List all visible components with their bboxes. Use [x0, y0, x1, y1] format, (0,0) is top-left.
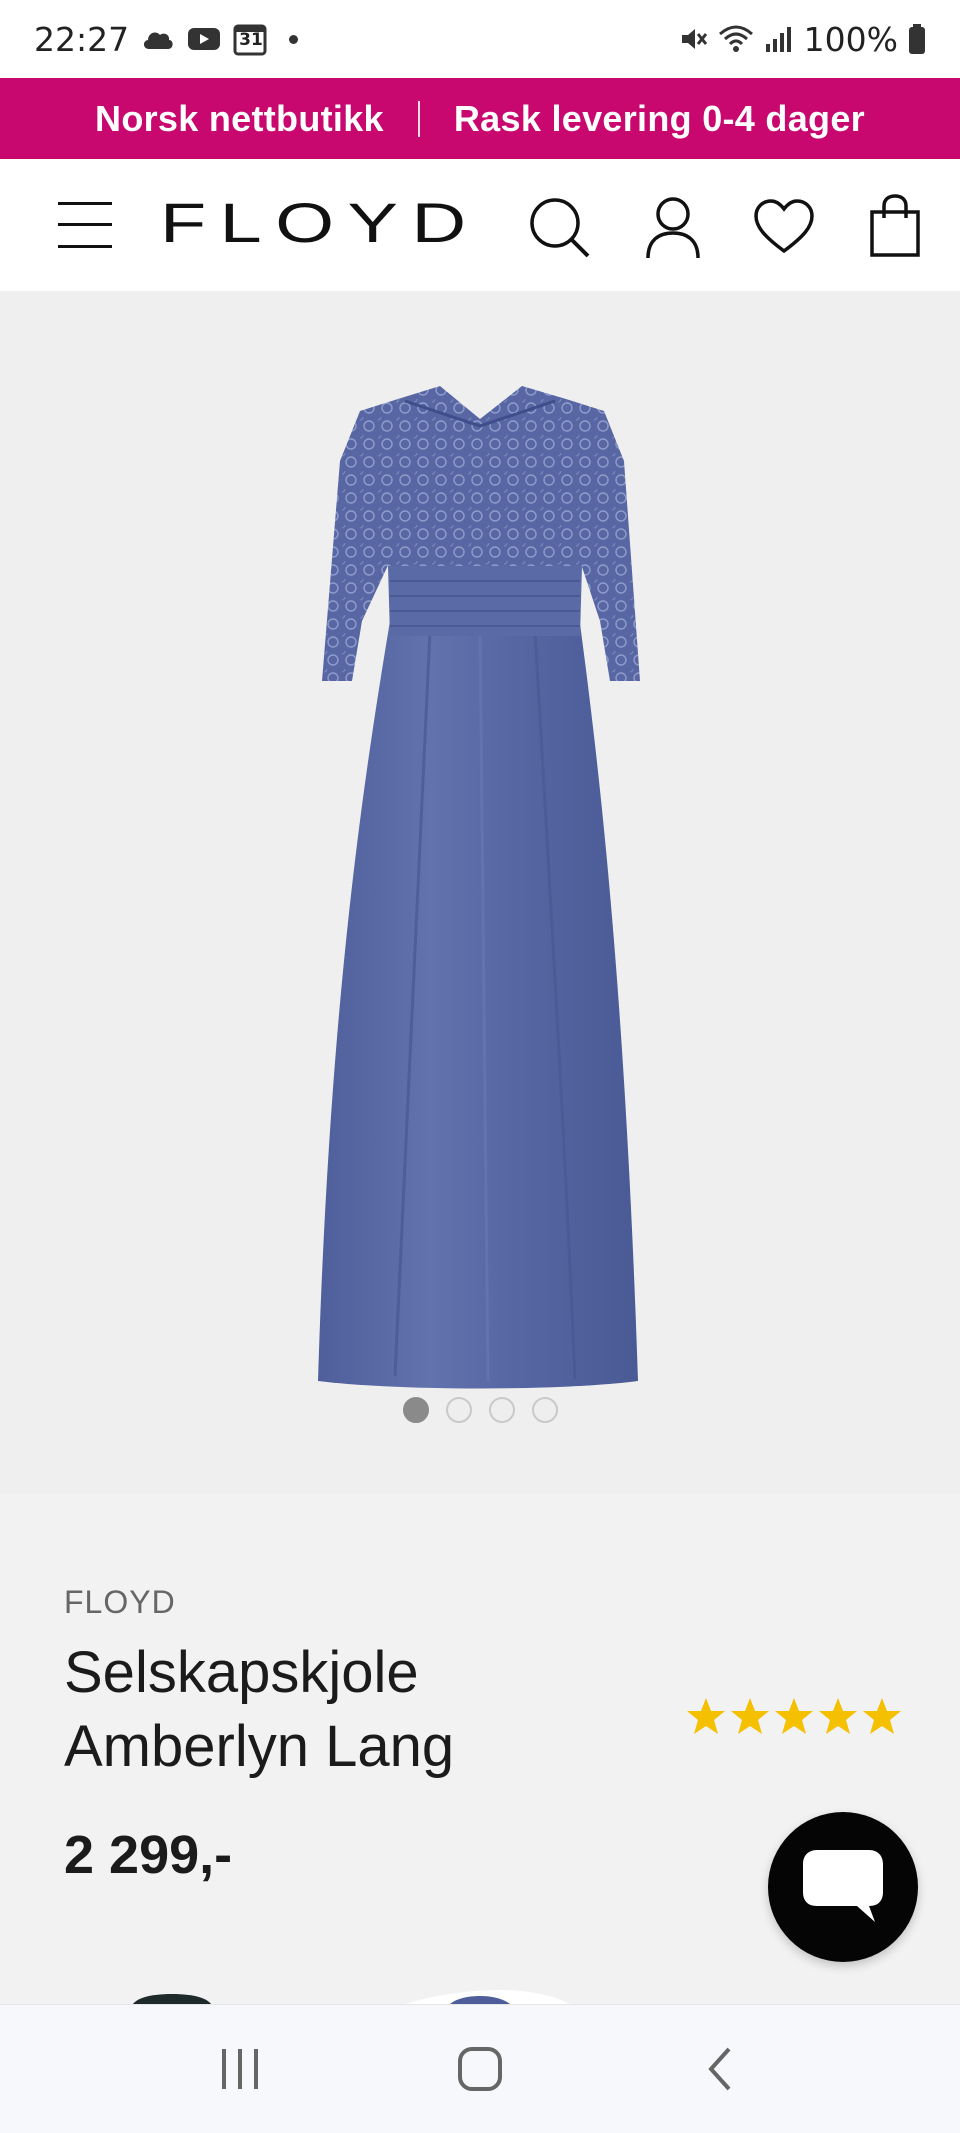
- heart-icon: [754, 199, 814, 254]
- product-price: 2 299,-: [64, 1825, 233, 1885]
- site-header: FLOYD: [0, 159, 960, 291]
- cloud-icon: [141, 27, 175, 51]
- carousel-dot-3[interactable]: [488, 1397, 515, 1423]
- promo-right-text: Rask levering 0-4 dager: [453, 97, 865, 139]
- user-icon: [646, 197, 700, 259]
- carousel-dots: [0, 1397, 960, 1423]
- star-icon: [819, 1698, 857, 1734]
- menu-button[interactable]: [50, 195, 120, 255]
- star-icon: [687, 1698, 725, 1734]
- recent-apps-button[interactable]: [180, 2019, 300, 2119]
- chat-icon: [803, 1850, 883, 1922]
- youtube-icon: [187, 26, 221, 52]
- product-image: [318, 386, 640, 1389]
- star-icon: [863, 1698, 901, 1734]
- home-icon: [458, 2047, 502, 2091]
- notification-dot-icon: [289, 34, 299, 44]
- signal-icon: [764, 24, 794, 54]
- back-button[interactable]: [660, 2019, 780, 2119]
- recent-apps-icon: [222, 2049, 258, 2089]
- battery-percent: 100%: [803, 19, 898, 59]
- home-button[interactable]: [420, 2019, 540, 2119]
- back-icon: [708, 2047, 731, 2091]
- wifi-icon: [718, 24, 754, 54]
- mute-icon: [678, 24, 708, 54]
- star-icon: [775, 1698, 813, 1734]
- carousel-dot-1[interactable]: [402, 1397, 429, 1423]
- carousel-dot-4[interactable]: [531, 1397, 558, 1423]
- status-bar: 22:27 31 100%: [0, 0, 960, 78]
- rating-stars[interactable]: [686, 1696, 902, 1736]
- promo-divider: [417, 100, 420, 137]
- star-icon: [731, 1698, 769, 1734]
- promo-banner: Norsk nettbutikk Rask levering 0-4 dager: [0, 78, 960, 159]
- logo-text: FLOYD: [160, 190, 480, 254]
- promo-left-text: Norsk nettbutikk: [95, 97, 384, 139]
- calendar-day: 31: [239, 30, 263, 50]
- cart-button[interactable]: [862, 191, 928, 261]
- status-time: 22:27: [34, 19, 130, 59]
- calendar-icon: 31: [233, 22, 267, 56]
- bag-icon: [870, 194, 920, 257]
- floyd-logo[interactable]: FLOYD: [160, 187, 486, 257]
- battery-icon: [908, 23, 926, 55]
- system-navigation-bar: [0, 2004, 960, 2133]
- wishlist-button[interactable]: [748, 195, 820, 259]
- product-brand[interactable]: FLOYD: [64, 1584, 176, 1621]
- search-button[interactable]: [524, 193, 596, 263]
- product-title: Selskapskjole Amberlyn Lang: [64, 1640, 455, 1779]
- search-icon: [530, 198, 590, 258]
- hamburger-icon: [58, 202, 112, 248]
- status-left: 22:27 31: [34, 19, 299, 59]
- status-right: 100%: [678, 20, 926, 59]
- product-gallery[interactable]: [0, 291, 960, 1494]
- carousel-dot-2[interactable]: [445, 1397, 472, 1423]
- chat-button[interactable]: [768, 1812, 918, 1962]
- account-button[interactable]: [638, 193, 708, 263]
